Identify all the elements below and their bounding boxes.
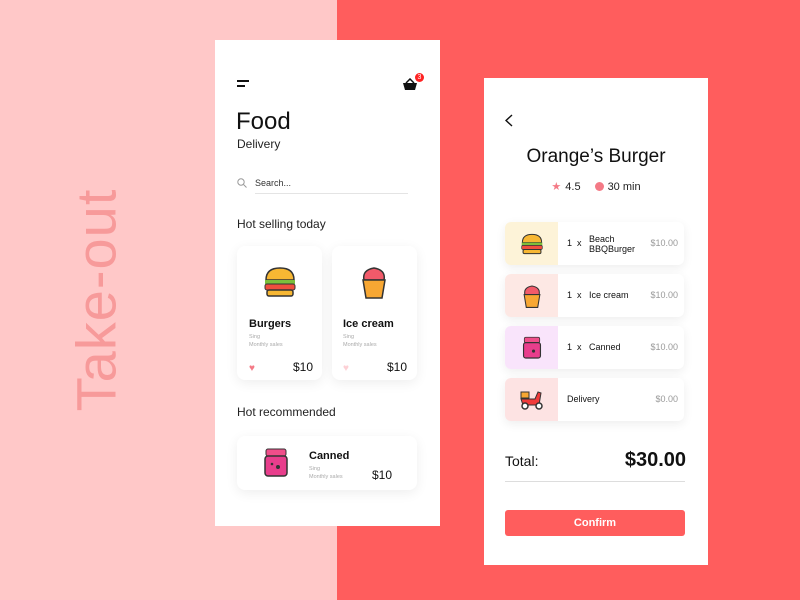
home-screen: 3 Food Delivery Search... Hot selling to… bbox=[215, 40, 440, 526]
item-name: Beach BBQBurger bbox=[589, 234, 636, 254]
confirm-button[interactable]: Confirm bbox=[505, 510, 685, 536]
page-subtitle: Delivery bbox=[237, 137, 281, 151]
cupcake-icon bbox=[362, 267, 386, 299]
product-meta: Monthly sales bbox=[249, 342, 283, 348]
item-price: $10.00 bbox=[650, 238, 678, 248]
menu-icon[interactable] bbox=[237, 80, 249, 90]
order-screen: Orange’s Burger ★ 4.5 30 min 1 x Beach BB… bbox=[484, 78, 708, 565]
product-price: $10 bbox=[293, 360, 314, 374]
item-thumbnail bbox=[505, 378, 558, 421]
item-quantity: 1 x bbox=[567, 342, 582, 352]
product-meta: Monthly sales bbox=[309, 474, 343, 480]
order-item: 1 x Canned $10.00 bbox=[505, 326, 684, 369]
restaurant-name: Orange’s Burger bbox=[526, 146, 666, 167]
product-price: $10 bbox=[387, 360, 408, 374]
search-input[interactable]: Search... bbox=[255, 178, 291, 188]
search-bar[interactable]: Search... bbox=[237, 176, 408, 195]
order-item: 1 x Ice cream $10.00 bbox=[505, 274, 684, 317]
page-title: Food bbox=[236, 108, 291, 135]
item-thumbnail bbox=[505, 274, 558, 317]
delivery-label: Delivery bbox=[567, 394, 600, 404]
item-thumbnail bbox=[505, 326, 558, 369]
scooter-icon bbox=[519, 390, 543, 410]
delivery-time: 30 min bbox=[607, 180, 641, 193]
burger-icon bbox=[520, 233, 543, 254]
total-divider bbox=[505, 481, 685, 482]
total-label: Total: bbox=[505, 453, 539, 469]
item-name: Canned bbox=[589, 342, 621, 352]
product-card-burgers[interactable]: Burgers Sing Monthly sales ♥ $10 bbox=[237, 246, 322, 380]
product-meta: Sing bbox=[249, 334, 261, 340]
jar-icon bbox=[522, 336, 541, 359]
back-arrow-icon[interactable] bbox=[505, 114, 513, 127]
delivery-row: Delivery $0.00 bbox=[505, 378, 684, 421]
item-thumbnail bbox=[505, 222, 558, 265]
heart-icon[interactable]: ♥ bbox=[249, 363, 255, 374]
total-amount: $30.00 bbox=[624, 449, 686, 471]
clock-icon bbox=[594, 182, 604, 191]
cart-count-badge: 3 bbox=[415, 73, 424, 82]
cupcake-icon bbox=[523, 284, 540, 308]
product-name: Canned bbox=[309, 450, 350, 462]
item-price: $10.00 bbox=[650, 342, 678, 352]
search-underline bbox=[255, 193, 408, 194]
recommended-heading: Hot recommended bbox=[237, 405, 336, 419]
recommended-card-canned[interactable]: Canned Sing Monthly sales $10 bbox=[237, 436, 417, 490]
search-icon bbox=[237, 178, 247, 188]
item-price: $10.00 bbox=[650, 290, 678, 300]
order-item: 1 x Beach BBQBurger $10.00 bbox=[505, 222, 684, 265]
product-meta: Monthly sales bbox=[343, 342, 377, 348]
product-price: $10 bbox=[372, 468, 393, 482]
background-title: Take-out bbox=[64, 188, 128, 412]
product-name: Ice cream bbox=[343, 318, 394, 330]
product-name: Burgers bbox=[249, 318, 292, 330]
restaurant-meta: ★ 4.5 30 min bbox=[484, 180, 708, 194]
star-icon: ★ bbox=[551, 181, 562, 193]
item-quantity: 1 x bbox=[567, 290, 582, 300]
product-meta: Sing bbox=[309, 466, 321, 472]
item-name: Ice cream bbox=[589, 290, 629, 300]
product-meta: Sing bbox=[343, 334, 355, 340]
jar-icon bbox=[264, 448, 288, 477]
item-quantity: 1 x bbox=[567, 238, 582, 248]
delivery-price: $0.00 bbox=[655, 394, 678, 404]
hot-selling-heading: Hot selling today bbox=[237, 217, 326, 231]
heart-icon[interactable]: ♥ bbox=[343, 363, 349, 374]
product-card-ice-cream[interactable]: Ice cream Sing Monthly sales ♥ $10 bbox=[332, 246, 417, 380]
rating: 4.5 bbox=[565, 180, 581, 193]
burger-icon bbox=[264, 267, 296, 297]
cart-button[interactable]: 3 bbox=[403, 73, 424, 90]
